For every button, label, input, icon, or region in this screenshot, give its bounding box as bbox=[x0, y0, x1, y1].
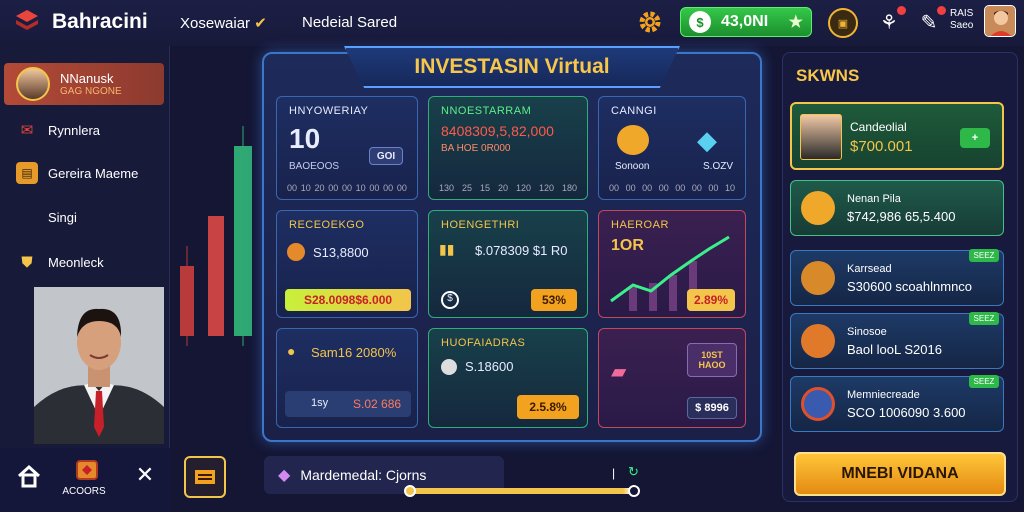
gear-icon[interactable] bbox=[636, 8, 664, 36]
value-pill[interactable]: S28.0098$6.000 bbox=[285, 289, 411, 311]
cta-button[interactable]: MNEBI VIDANA bbox=[794, 452, 1006, 496]
home-icon[interactable] bbox=[14, 462, 44, 492]
coins-icon: ● bbox=[287, 343, 296, 359]
sidebar-item-singi[interactable]: Singi bbox=[4, 196, 164, 238]
axis-ticks: 130 25 15 20 120 120 180 bbox=[439, 183, 577, 193]
profile-name: NNanusk bbox=[60, 70, 114, 86]
diamond-icon: ◆ bbox=[697, 125, 717, 155]
item-icon bbox=[801, 324, 835, 358]
percent-pill[interactable]: 53% bbox=[531, 289, 577, 311]
profile-photo bbox=[34, 287, 164, 444]
add-icon[interactable]: + bbox=[960, 128, 990, 148]
coin-icon bbox=[287, 243, 305, 261]
tools-icon[interactable]: ✎ bbox=[916, 6, 946, 36]
star-icon: ★ bbox=[788, 14, 803, 31]
stat-card-7[interactable]: ● Sam16 2080% 1sy S.02 686 bbox=[276, 328, 418, 428]
notification-dot bbox=[897, 6, 906, 15]
background-chart-decor bbox=[180, 126, 252, 346]
stat-card-5[interactable]: HOENGETHRI ▮▮ $.078309 $1 R0 $ 53% bbox=[428, 210, 588, 318]
dollar-icon: $ bbox=[441, 291, 459, 309]
brand-name: Bahracini bbox=[52, 10, 148, 33]
item-icon bbox=[801, 261, 835, 295]
profile-avatar bbox=[16, 67, 50, 101]
axis-ticks: 00 10 20 00 00 10 00 00 00 bbox=[287, 183, 407, 193]
balance-value: 43,0NI bbox=[721, 13, 769, 30]
percent-pill[interactable]: 2.5.8% bbox=[517, 395, 579, 419]
profile-subtitle: GAG NGONE bbox=[60, 85, 122, 97]
axis-ticks: 00 00 00 00 00 00 00 10 bbox=[609, 183, 735, 193]
shield-icon: ⛊ bbox=[21, 253, 33, 271]
coin-icon bbox=[617, 125, 649, 155]
rank-badge-icon[interactable]: ▣ bbox=[828, 8, 858, 38]
item-avatar bbox=[800, 114, 842, 160]
card-line-1: 8408309,5,82,000 bbox=[441, 123, 554, 139]
mail-icon: ✉ bbox=[20, 122, 34, 139]
skin-item-3[interactable]: Karrsead S30600 scoahlnmnco SEEZ bbox=[790, 249, 1004, 306]
coin-icon: $ bbox=[689, 11, 711, 33]
ticket-icon: ◆ bbox=[278, 467, 291, 484]
skin-item-5[interactable]: Memniecreade SCO 1006090 3.600 SEEZ bbox=[790, 375, 1004, 432]
item-tag: SEEZ bbox=[969, 312, 999, 325]
topnav-item-2[interactable]: Nedeial Sared bbox=[302, 14, 397, 31]
chest-icon: ▤ bbox=[16, 162, 38, 184]
card-line-2: BA HOE 0R000 bbox=[441, 143, 511, 154]
search-text: Mardemedal: Cjorns bbox=[300, 467, 427, 483]
refresh-icon[interactable]: ↻ bbox=[628, 464, 639, 480]
topnav-item-1[interactable]: Xosewaiar ✔ bbox=[180, 14, 267, 32]
logo-icon bbox=[14, 8, 40, 34]
sidebar-item-gereira-maeme[interactable]: ▤ Gereira Maeme bbox=[4, 152, 164, 194]
actions-icon[interactable] bbox=[72, 458, 102, 488]
trophy-icon[interactable]: ⚘ bbox=[876, 6, 906, 36]
gift-card-icon: ▰ bbox=[611, 361, 627, 383]
right-panel-title: SKWNS bbox=[796, 66, 860, 85]
top-bar bbox=[0, 0, 1024, 46]
skin-item-1[interactable]: Candeolial $700.001 + bbox=[790, 102, 1004, 170]
item-tag: SEEZ bbox=[969, 375, 999, 388]
stat-card-9[interactable]: ▰ 10ST HAOO $ 8996 bbox=[598, 328, 746, 428]
close-icon[interactable]: ✕ bbox=[130, 462, 160, 492]
stat-card-2[interactable]: NNOESTARRAM 8408309,5,82,000 BA HOE 0R00… bbox=[428, 96, 588, 200]
percent-pill[interactable]: 2.89% bbox=[687, 289, 735, 311]
bars-icon: ▮▮ bbox=[439, 241, 455, 257]
sidebar-profile[interactable]: NNanusk GAG NGONE bbox=[4, 63, 164, 105]
slider-end bbox=[628, 485, 640, 497]
blank-icon bbox=[16, 206, 38, 228]
slider-handle[interactable] bbox=[404, 485, 416, 497]
skin-item-2[interactable]: Nenan Pila $742,986 65,5.400 bbox=[790, 180, 1004, 236]
timer-icon bbox=[441, 359, 457, 375]
skin-item-4[interactable]: Sinosoe Baol looL S2016 SEEZ bbox=[790, 312, 1004, 369]
item-icon bbox=[801, 191, 835, 225]
stat-sub: BAOEOOS bbox=[289, 161, 340, 172]
stat-card-8[interactable]: HUOFAIADRAS S.18600 2.5.8% bbox=[428, 328, 588, 428]
sidebar-item-meonleck[interactable]: ⛊ Meonleck bbox=[4, 241, 164, 283]
stat-card-1[interactable]: HNYOWERIAY 10 BAOEOOS GOI 00 10 20 00 00 10 00… bbox=[276, 96, 418, 200]
stat-value: 10 bbox=[289, 123, 321, 154]
stat-card-4[interactable]: RECEOEKGO S13,8800 S28.0098$6.000 bbox=[276, 210, 418, 318]
balance-display[interactable]: $ 43,0NI ★ bbox=[680, 7, 812, 37]
stat-card-6[interactable]: HAEROAR 1OR 2.89% bbox=[598, 210, 746, 318]
stat-card-3[interactable]: CANNGI ◆ Sonoon S.OZV 00 00 00 00 00 00 00 10 bbox=[598, 96, 746, 200]
offer-button[interactable]: 10ST HAOO bbox=[687, 343, 737, 377]
notification-dot bbox=[937, 6, 946, 15]
actions-label: ACOORS bbox=[62, 486, 106, 497]
main-title: INVESTASIN Virtual bbox=[344, 46, 680, 88]
separator-mark: | bbox=[612, 466, 616, 480]
item-icon bbox=[801, 387, 835, 421]
user-info[interactable]: RAIS Saeo bbox=[950, 8, 973, 32]
item-tag: SEEZ bbox=[969, 249, 999, 262]
go-button[interactable]: GOI bbox=[369, 147, 403, 165]
user-avatar[interactable] bbox=[984, 5, 1016, 37]
sidebar-item-rynnlera[interactable]: ✉ Rynnlera bbox=[4, 109, 164, 151]
price-button[interactable]: $ 8996 bbox=[687, 397, 737, 419]
progress-slider[interactable] bbox=[408, 488, 632, 494]
menu-button[interactable] bbox=[184, 456, 226, 498]
